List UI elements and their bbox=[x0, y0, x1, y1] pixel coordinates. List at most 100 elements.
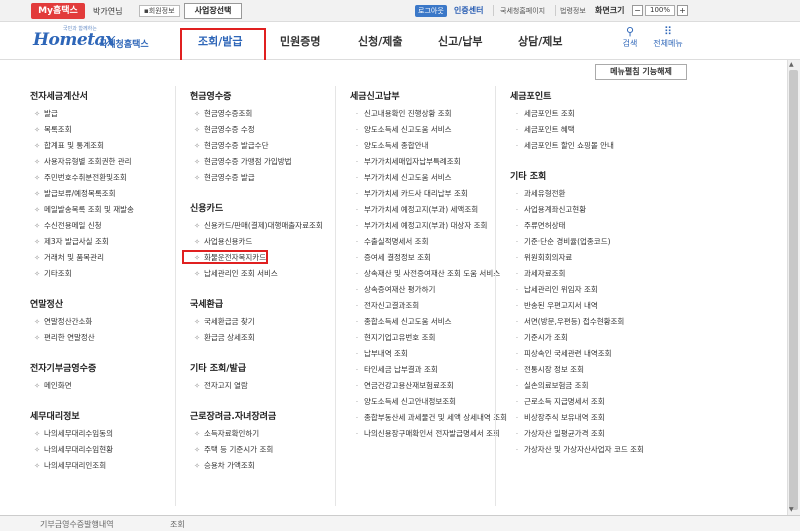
menu-item[interactable]: · 납세관리인 위임자 조회 bbox=[510, 282, 675, 298]
menu-item[interactable]: · 현지기업고유번호 조회 bbox=[350, 330, 515, 346]
menu-item[interactable]: ✧ 현금영수증 발급수단 bbox=[190, 138, 355, 154]
menu-item[interactable]: ✧ 연말정산간소화 bbox=[30, 314, 195, 330]
menu-item[interactable]: · 가상자산 및 가상자산사업자 코드 조회 bbox=[510, 442, 675, 458]
menu-item[interactable]: · 기준시가 조회 bbox=[510, 330, 675, 346]
menu-group-title[interactable]: 연말정산 bbox=[30, 296, 195, 314]
law-info-link[interactable]: 법령정보 bbox=[560, 6, 586, 16]
menu-item[interactable]: · 세금포인트 조회 bbox=[510, 106, 675, 122]
menu-group-title[interactable]: 세무대리정보 bbox=[30, 408, 195, 426]
menu-item[interactable]: ✧ 메일발송목록 조회 및 재발송 bbox=[30, 202, 195, 218]
menu-item[interactable]: ✧ 주택 등 기준시가 조회 bbox=[190, 442, 355, 458]
menu-item[interactable]: ✧ 현금영수증조회 bbox=[190, 106, 355, 122]
menu-item[interactable]: · 부가가치세매입자납부특례조회 bbox=[350, 154, 515, 170]
menu-item[interactable]: · 상속재산 및 사전증여재산 조회 도움 서비스 bbox=[350, 266, 515, 282]
search-button[interactable]: ⚲ 검색 bbox=[610, 25, 650, 49]
menu-item[interactable]: · 양도소득세 신고안내정보조회 bbox=[350, 394, 515, 410]
gnb-civil-certificate[interactable]: 민원증명 bbox=[280, 33, 320, 49]
menu-item[interactable]: · 근로소득 지급명세서 조회 bbox=[510, 394, 675, 410]
menu-item[interactable]: · 양도소득세 종합안내 bbox=[350, 138, 515, 154]
menu-group-title[interactable]: 전자기부금영수증 bbox=[30, 360, 195, 378]
menu-item[interactable]: · 부가가치세 신고도움 서비스 bbox=[350, 170, 515, 186]
menu-group-title[interactable]: 현금영수증 bbox=[190, 88, 355, 106]
menu-item[interactable]: ✧ 소득자료확인하기 bbox=[190, 426, 355, 442]
menu-item[interactable]: ✧ 제3자 발급사실 조회 bbox=[30, 234, 195, 250]
zoom-out-button[interactable]: − bbox=[632, 5, 643, 16]
menu-item[interactable]: ✧ 사용자유형별 조회권한 관리 bbox=[30, 154, 195, 170]
menu-group-title[interactable]: 세금신고납부 bbox=[350, 88, 515, 106]
menu-item[interactable]: · 수출실적명세서 조회 bbox=[350, 234, 515, 250]
menu-item[interactable]: ✧ 사업용신용카드 bbox=[190, 234, 355, 250]
all-menu-button[interactable]: ⠿ 전체메뉴 bbox=[648, 25, 688, 49]
menu-item[interactable]: ✧ 환급금 상세조회 bbox=[190, 330, 355, 346]
gnb-apply-submit[interactable]: 신청/제출 bbox=[358, 33, 403, 49]
scroll-up-arrow[interactable]: ▲ bbox=[789, 61, 794, 68]
menu-item[interactable]: ✧ 합계표 및 통계조회 bbox=[30, 138, 195, 154]
hometax-logo[interactable]: 국민과 함께하는 Hometax 국세청홈택스 bbox=[33, 25, 163, 55]
menu-item[interactable]: ✧ 거래처 및 품목관리 bbox=[30, 250, 195, 266]
gnb-report-pay[interactable]: 신고/납부 bbox=[438, 33, 483, 49]
menu-item[interactable]: ✧ 나의세무대리수임현황 bbox=[30, 442, 195, 458]
menu-item[interactable]: · 세금포인트 할인 쇼핑몰 안내 bbox=[510, 138, 675, 154]
menu-item[interactable]: ✧ 나의세무대리수임동의 bbox=[30, 426, 195, 442]
menu-item[interactable]: · 부가가치세 예정고지(부과) 세액조회 bbox=[350, 202, 515, 218]
nts-homepage-link[interactable]: 국세청홈페이지 bbox=[500, 6, 545, 16]
business-select-button[interactable]: 사업장선택 bbox=[184, 3, 242, 19]
menu-item[interactable]: ✧ 발급 bbox=[30, 106, 195, 122]
menu-group-title[interactable]: 신용카드 bbox=[190, 200, 355, 218]
menu-item[interactable]: · 사업용계좌신고현황 bbox=[510, 202, 675, 218]
menu-item[interactable]: · 증여세 결정정보 조회 bbox=[350, 250, 515, 266]
menu-item[interactable]: · 양도소득세 신고도움 서비스 bbox=[350, 122, 515, 138]
menu-item[interactable]: · 실손의료보험금 조회 bbox=[510, 378, 675, 394]
menu-group-title[interactable]: 전자세금계산서 bbox=[30, 88, 195, 106]
menu-group-title[interactable]: 근로장려금.자녀장려금 bbox=[190, 408, 355, 426]
menu-group-title[interactable]: 국세환급 bbox=[190, 296, 355, 314]
menu-item[interactable]: ✧ 전자고지 열람 bbox=[190, 378, 355, 394]
menu-item[interactable]: · 서면(방문,우편등) 접수현황조회 bbox=[510, 314, 675, 330]
menu-item[interactable]: · 전통시장 정보 조회 bbox=[510, 362, 675, 378]
menu-item[interactable]: · 반송된 우편고지서 내역 bbox=[510, 298, 675, 314]
menu-item[interactable]: ✧ 신용카드/판매(결제)대행매출자료조회 bbox=[190, 218, 355, 234]
menu-item[interactable]: ✧ 수신전용메일 신청 bbox=[30, 218, 195, 234]
auth-center-link[interactable]: 인증센터 bbox=[454, 5, 483, 16]
menu-item[interactable]: ✧ 승용차 가액조회 bbox=[190, 458, 355, 474]
menu-group-title[interactable]: 기타 조회 bbox=[510, 168, 675, 186]
menu-item[interactable]: ✧ 나의세무대리인조회 bbox=[30, 458, 195, 474]
menu-item[interactable]: · 부가가치세 카드사 대리납부 조회 bbox=[350, 186, 515, 202]
menu-release-button[interactable]: 메뉴펼침 기능해제 bbox=[595, 64, 687, 80]
menu-group-title[interactable]: 기타 조회/발급 bbox=[190, 360, 355, 378]
menu-item[interactable]: · 상속증여재산 평가하기 bbox=[350, 282, 515, 298]
menu-item[interactable]: ✧ 메인화면 bbox=[30, 378, 195, 394]
menu-item[interactable]: · 피상속인 국세관련 내역조회 bbox=[510, 346, 675, 362]
menu-item[interactable]: · 세금포인트 혜택 bbox=[510, 122, 675, 138]
zoom-in-button[interactable]: + bbox=[677, 5, 688, 16]
menu-item[interactable]: · 가상자산 일평균가격 조회 bbox=[510, 426, 675, 442]
scroll-down-arrow[interactable]: ▼ bbox=[789, 506, 794, 513]
menu-item[interactable]: ✧ 주민번호수취분전환및조회 bbox=[30, 170, 195, 186]
menu-item[interactable]: · 전자신고결과조회 bbox=[350, 298, 515, 314]
menu-item[interactable]: ✧ 발급보류/예정목록조회 bbox=[30, 186, 195, 202]
member-info-button[interactable]: ▪회원정보 bbox=[139, 5, 180, 17]
menu-item[interactable]: ✧ 현금영수증 수정 bbox=[190, 122, 355, 138]
menu-item[interactable]: · 나의신용장구매확인서 전자발급명세서 조회 bbox=[350, 426, 515, 442]
menu-item[interactable]: · 기준·단순 경비율(업종코드) bbox=[510, 234, 675, 250]
menu-item[interactable]: ✧ 기타조회 bbox=[30, 266, 195, 282]
menu-item[interactable]: · 종합소득세 신고도움 서비스 bbox=[350, 314, 515, 330]
menu-item[interactable]: ✧ 납세관리인 조회 서비스 bbox=[190, 266, 355, 282]
menu-item[interactable]: · 납부내역 조회 bbox=[350, 346, 515, 362]
menu-item[interactable]: · 부가가치세 예정고지(부과) 대상자 조회 bbox=[350, 218, 515, 234]
myhome-button[interactable]: My홈택스 bbox=[31, 3, 85, 19]
menu-group-title[interactable]: 세금포인트 bbox=[510, 88, 675, 106]
menu-item[interactable]: ✧ 목록조회 bbox=[30, 122, 195, 138]
scrollbar-thumb[interactable] bbox=[789, 70, 798, 510]
menu-item[interactable]: · 위원회회의자료 bbox=[510, 250, 675, 266]
menu-item[interactable]: ✧ 현금영수증 가맹점 가입방법 bbox=[190, 154, 355, 170]
menu-item[interactable]: · 비상장주식 보유내역 조회 bbox=[510, 410, 675, 426]
menu-item[interactable]: · 과세자료조회 bbox=[510, 266, 675, 282]
menu-item[interactable]: · 주류면허상태 bbox=[510, 218, 675, 234]
menu-item[interactable]: ✧ 현금영수증 발급 bbox=[190, 170, 355, 186]
menu-item[interactable]: · 타인세금 납부결과 조회 bbox=[350, 362, 515, 378]
menu-item[interactable]: · 신고내용확인 진행상황 조회 bbox=[350, 106, 515, 122]
menu-item[interactable]: · 과세유형전환 bbox=[510, 186, 675, 202]
menu-item[interactable]: · 종합부동산세 과세물건 및 세액 상세내역 조회 bbox=[350, 410, 515, 426]
logout-button[interactable]: 로그아웃 bbox=[415, 5, 447, 17]
